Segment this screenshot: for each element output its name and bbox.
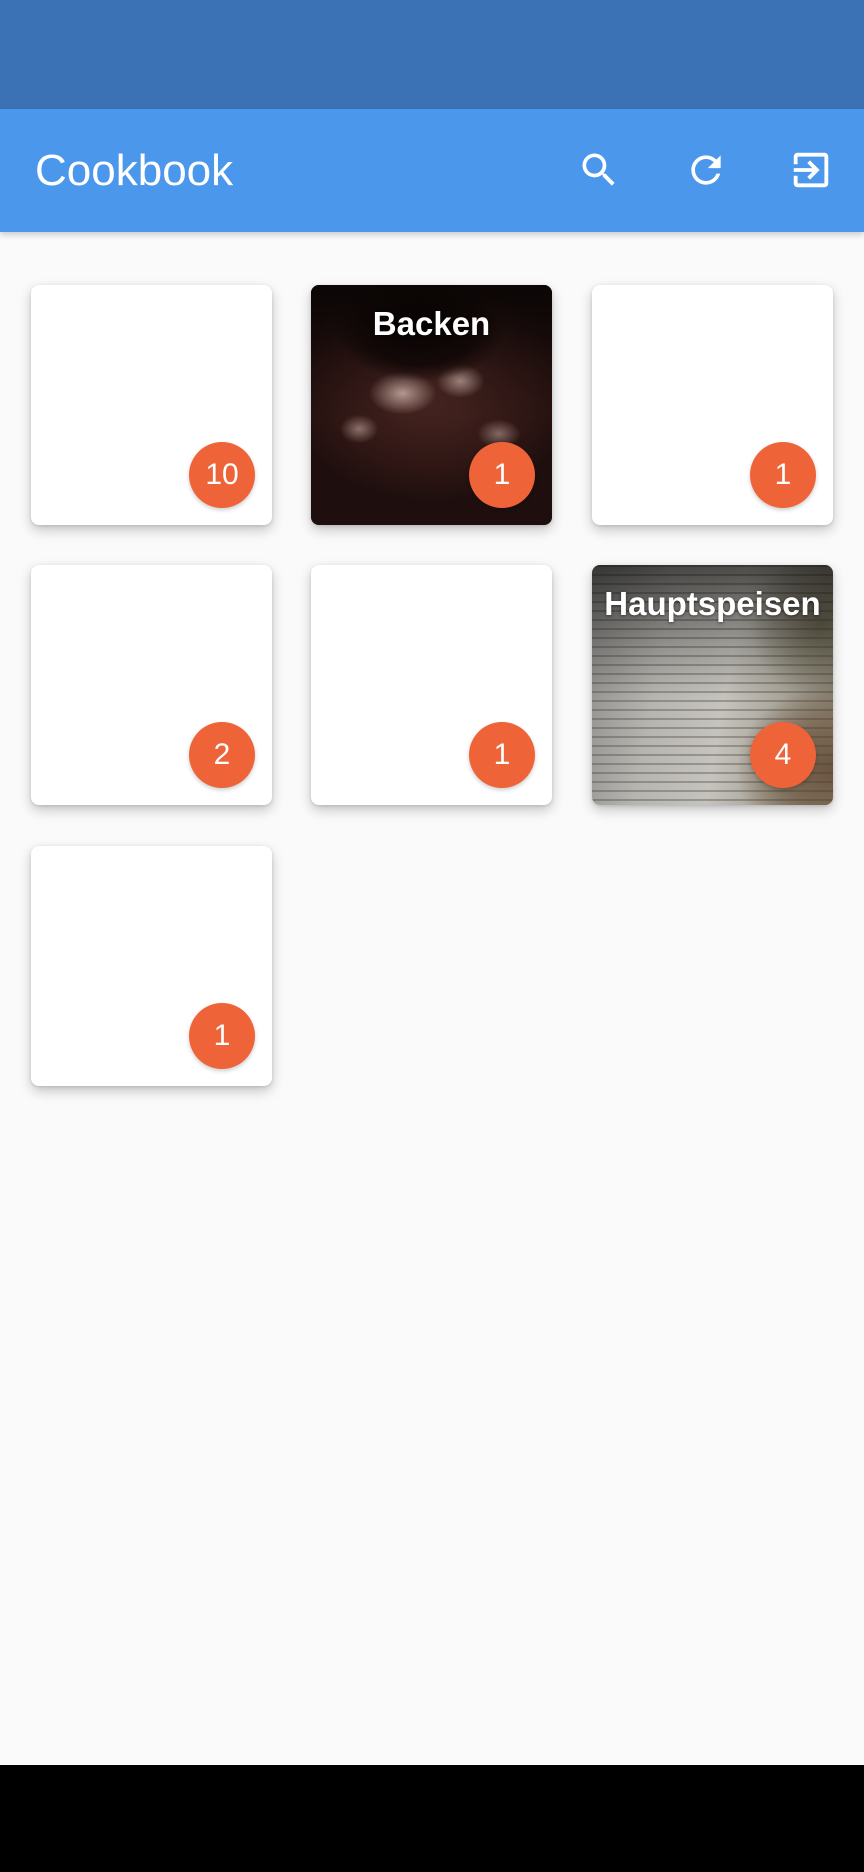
category-card-backen[interactable]: Backen 1 (311, 285, 552, 525)
logout-icon (793, 152, 829, 188)
recipe-count-badge: 2 (189, 722, 255, 788)
recipe-count-badge: 1 (189, 1003, 255, 1069)
category-card[interactable]: 10 (31, 285, 272, 525)
recipe-count-badge: 4 (750, 722, 816, 788)
recipe-count-badge: 10 (189, 442, 255, 508)
recipe-count-badge: 1 (469, 442, 535, 508)
category-card[interactable]: 1 (31, 846, 272, 1086)
search-button[interactable] (569, 140, 629, 200)
category-card[interactable]: 2 (31, 565, 272, 805)
recipe-count-badge: 1 (469, 722, 535, 788)
category-title: Hauptspeisen (604, 585, 821, 622)
logout-button[interactable] (781, 140, 841, 200)
category-card-hauptspeisen[interactable]: Hauptspeisen 4 (592, 565, 833, 805)
category-card[interactable]: 1 (592, 285, 833, 525)
app-bar: Cookbook (0, 109, 864, 232)
refresh-icon (691, 155, 721, 185)
category-title: Backen (372, 305, 491, 342)
category-card[interactable]: 1 (311, 565, 552, 805)
refresh-button[interactable] (676, 140, 736, 200)
navigation-bar (0, 1765, 864, 1872)
search-icon (582, 153, 615, 186)
app-title: Cookbook (35, 146, 234, 195)
recipe-count-badge: 1 (750, 442, 816, 508)
status-bar (0, 0, 864, 109)
